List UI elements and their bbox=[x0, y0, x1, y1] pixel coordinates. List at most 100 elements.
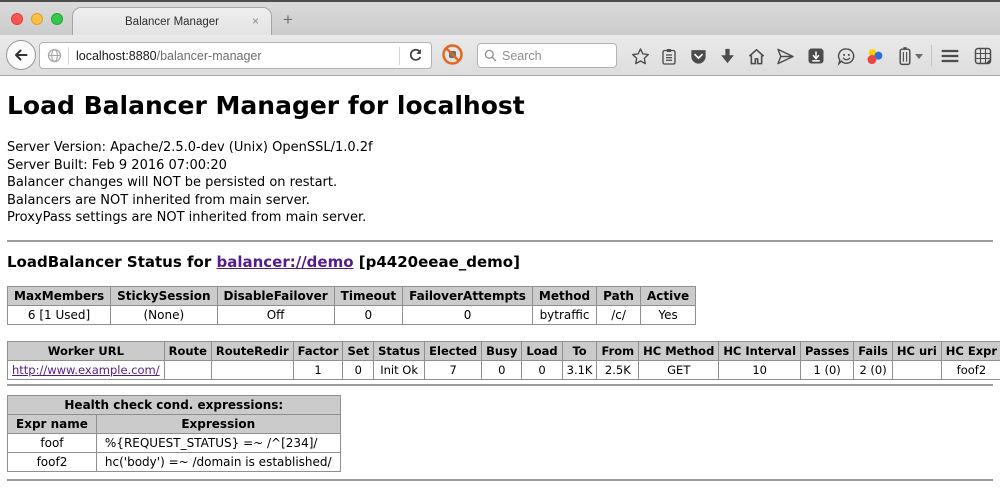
col-method: Method bbox=[532, 286, 596, 305]
new-tab-button[interactable]: + bbox=[283, 10, 293, 30]
col-hc-expr: HC Expr bbox=[941, 341, 1000, 360]
search-input[interactable] bbox=[502, 49, 602, 63]
table-header-row: Expr name Expression bbox=[8, 414, 341, 433]
reload-button[interactable] bbox=[400, 48, 431, 63]
site-identity-box[interactable] bbox=[40, 48, 68, 63]
inherit-warning-line: Balancers are NOT inherited from main se… bbox=[7, 192, 993, 210]
back-button[interactable] bbox=[6, 40, 36, 70]
url-bar[interactable]: localhost:8880/balancer-manager bbox=[39, 42, 432, 69]
cell-path: /c/ bbox=[597, 305, 641, 324]
table-row: 6 [1 Used] (None) Off 0 0 bytraffic /c/ … bbox=[8, 305, 696, 324]
worker-row: http://www.example.com/ 1 0 Init Ok 7 0 … bbox=[8, 360, 1000, 379]
col-worker-url: Worker URL bbox=[8, 341, 165, 360]
col-timeout: Timeout bbox=[334, 286, 402, 305]
search-bar[interactable] bbox=[477, 43, 617, 68]
cell-busy: 0 bbox=[482, 360, 522, 379]
server-built-line: Server Built: Feb 9 2016 07:00:20 bbox=[7, 157, 993, 175]
col-busy: Busy bbox=[482, 341, 522, 360]
col-hc-interval: HC Interval bbox=[719, 341, 801, 360]
colored-dots-icon[interactable] bbox=[864, 45, 886, 67]
bottom-divider bbox=[7, 479, 993, 481]
cell-set: 0 bbox=[343, 360, 374, 379]
section-divider bbox=[7, 384, 993, 386]
download-box-icon[interactable] bbox=[805, 45, 827, 67]
cell-expression: %{REQUEST_STATUS} =~ /^[234]/ bbox=[96, 433, 340, 452]
menu-icon[interactable] bbox=[939, 45, 961, 67]
worker-url-link[interactable]: http://www.example.com/ bbox=[12, 363, 160, 377]
col-stickysession: StickySession bbox=[111, 286, 217, 305]
reading-list-icon[interactable] bbox=[658, 45, 680, 67]
cell-elected: 7 bbox=[425, 360, 482, 379]
health-table-title: Health check cond. expressions: bbox=[8, 395, 341, 414]
tab-balancer-manager[interactable]: Balancer Manager × bbox=[72, 7, 272, 35]
col-route: Route bbox=[164, 341, 211, 360]
cell-method: bytraffic bbox=[532, 305, 596, 324]
url-path: /balancer-manager bbox=[157, 49, 262, 63]
balancer-demo-link[interactable]: balancer://demo bbox=[216, 253, 353, 271]
search-icon bbox=[484, 49, 497, 62]
cell-to: 3.1K bbox=[562, 360, 597, 379]
tab-close-icon[interactable]: × bbox=[252, 14, 259, 28]
cell-hc-method: GET bbox=[639, 360, 719, 379]
cell-expr-name: foof bbox=[8, 433, 97, 452]
status-heading-prefix: LoadBalancer Status for bbox=[7, 253, 216, 271]
server-info: Server Version: Apache/2.5.0-dev (Unix) … bbox=[7, 139, 993, 227]
bookmark-star-icon[interactable] bbox=[629, 45, 651, 67]
dropdown-caret-icon[interactable] bbox=[913, 45, 925, 67]
cell-load: 0 bbox=[522, 360, 562, 379]
worker-table: Worker URL Route RouteRedir Factor Set S… bbox=[7, 341, 1000, 380]
title-bar: Balancer Manager × + bbox=[0, 0, 1000, 35]
cell-factor: 1 bbox=[293, 360, 343, 379]
col-expression: Expression bbox=[96, 414, 340, 433]
home-icon[interactable] bbox=[745, 45, 767, 67]
cell-hc-expr: foof2 bbox=[941, 360, 1000, 379]
col-expr-name: Expr name bbox=[8, 414, 97, 433]
url-input[interactable]: localhost:8880/balancer-manager bbox=[69, 49, 399, 63]
section-divider bbox=[7, 240, 993, 242]
downloads-icon[interactable] bbox=[716, 45, 738, 67]
page-content: Load Balancer Manager for localhost Serv… bbox=[0, 91, 1000, 481]
page-title: Load Balancer Manager for localhost bbox=[7, 91, 993, 120]
col-elected: Elected bbox=[425, 341, 482, 360]
cell-hc-interval: 10 bbox=[719, 360, 801, 379]
col-active: Active bbox=[640, 286, 695, 305]
minimize-window-button[interactable] bbox=[31, 13, 43, 25]
send-icon[interactable] bbox=[774, 45, 796, 67]
close-window-button[interactable] bbox=[11, 13, 23, 25]
col-passes: Passes bbox=[801, 341, 854, 360]
table-title-row: Health check cond. expressions: bbox=[8, 395, 341, 414]
window-controls bbox=[11, 13, 63, 25]
tab-title: Balancer Manager bbox=[125, 16, 219, 28]
col-routeredir: RouteRedir bbox=[211, 341, 293, 360]
expr-row: foof2 hc('body') =~ /domain is establish… bbox=[8, 452, 341, 471]
cell-route bbox=[164, 360, 211, 379]
col-fails: Fails bbox=[854, 341, 893, 360]
col-to: To bbox=[562, 341, 597, 360]
server-version-line: Server Version: Apache/2.5.0-dev (Unix) … bbox=[7, 139, 993, 157]
pocket-icon[interactable] bbox=[687, 45, 709, 67]
url-host: localhost:8880 bbox=[76, 49, 157, 63]
cell-hc-uri bbox=[892, 360, 941, 379]
col-load: Load bbox=[522, 341, 562, 360]
col-path: Path bbox=[597, 286, 641, 305]
content-blocked-icon[interactable] bbox=[441, 43, 464, 66]
cell-status: Init Ok bbox=[374, 360, 425, 379]
reload-icon bbox=[408, 48, 423, 63]
grid-icon[interactable] bbox=[972, 45, 994, 67]
persist-warning-line: Balancer changes will NOT be persisted o… bbox=[7, 174, 993, 192]
col-maxmembers: MaxMembers bbox=[8, 286, 111, 305]
chat-smiley-icon[interactable] bbox=[835, 45, 857, 67]
cell-failoverattempts: 0 bbox=[403, 305, 533, 324]
zoom-window-button[interactable] bbox=[51, 13, 63, 25]
table-header-row: MaxMembers StickySession DisableFailover… bbox=[8, 286, 696, 305]
back-arrow-icon bbox=[13, 47, 29, 63]
cell-passes: 1 (0) bbox=[801, 360, 854, 379]
loadbalancer-status-heading: LoadBalancer Status for balancer://demo … bbox=[7, 253, 993, 271]
balancer-settings-table: MaxMembers StickySession DisableFailover… bbox=[7, 286, 696, 325]
cell-expression: hc('body') =~ /domain is established/ bbox=[96, 452, 340, 471]
status-heading-suffix: [p4420eeae_demo] bbox=[354, 253, 520, 271]
col-status: Status bbox=[374, 341, 425, 360]
cell-maxmembers: 6 [1 Used] bbox=[8, 305, 111, 324]
col-hc-uri: HC uri bbox=[892, 341, 941, 360]
globe-icon bbox=[47, 48, 62, 63]
